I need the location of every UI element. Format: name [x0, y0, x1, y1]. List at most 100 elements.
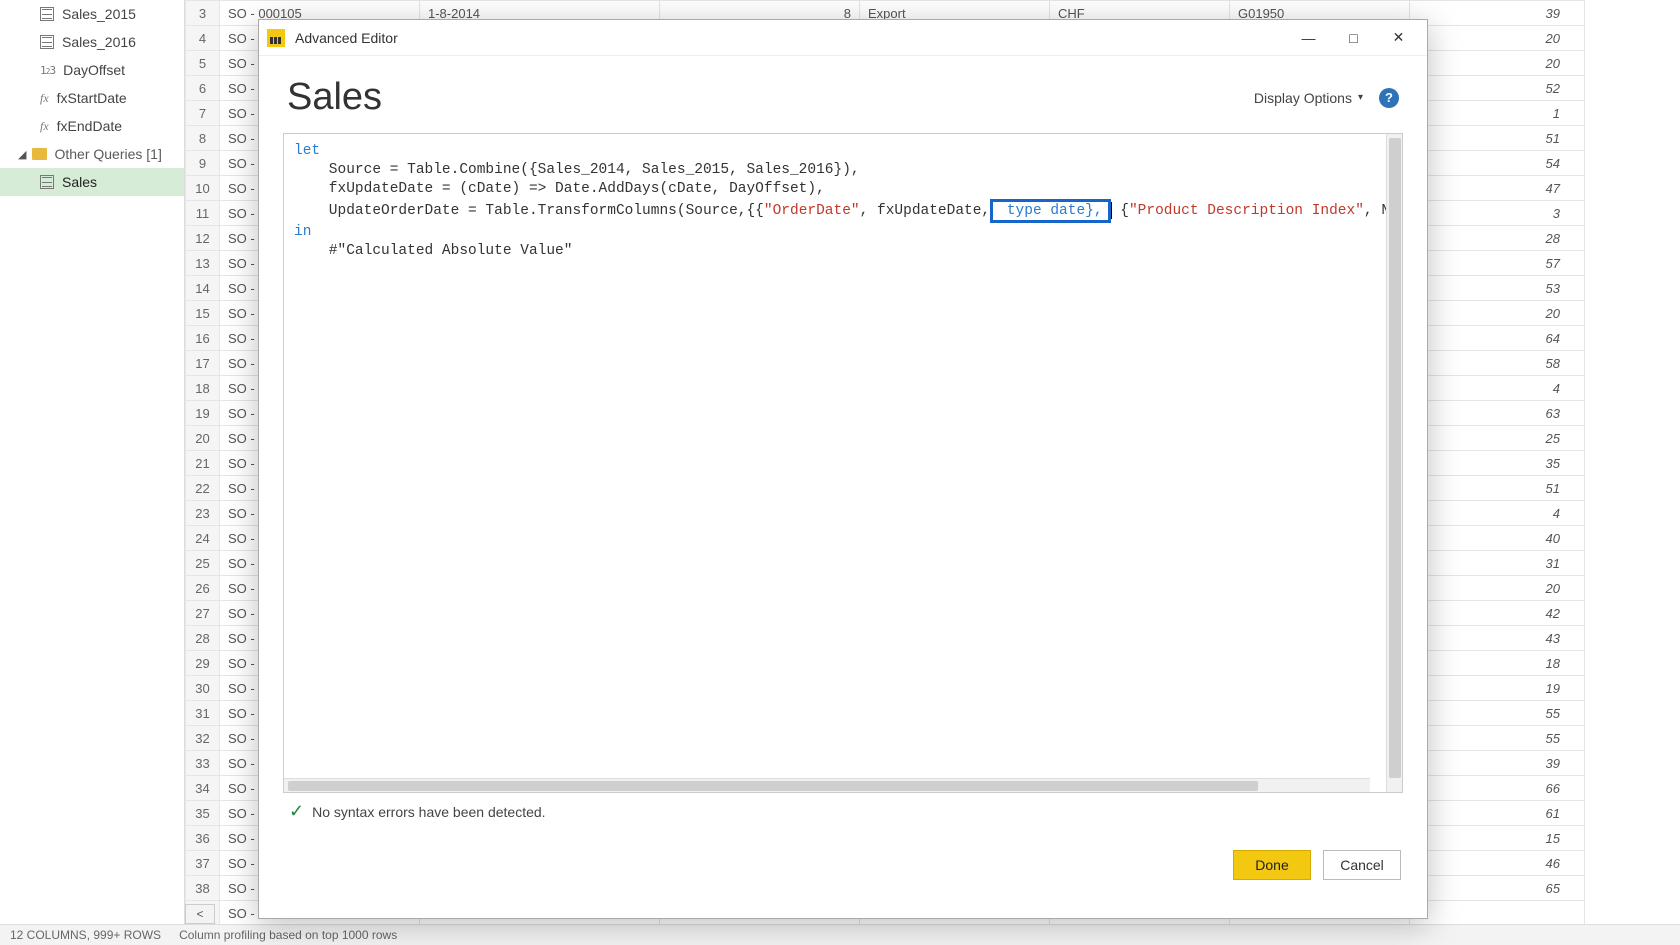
maximize-icon: □: [1349, 30, 1357, 46]
cell[interactable]: 61: [1410, 801, 1585, 826]
query-item[interactable]: Sales_2015: [0, 0, 184, 28]
cell[interactable]: 47: [1410, 176, 1585, 201]
cell[interactable]: 51: [1410, 476, 1585, 501]
status-profiling: Column profiling based on top 1000 rows: [179, 928, 397, 942]
close-button[interactable]: ✕: [1376, 22, 1421, 54]
cell[interactable]: 39: [1410, 1, 1585, 26]
query-label: Sales_2016: [62, 34, 136, 50]
code-line: UpdateOrderDate = Table.TransformColumns…: [294, 203, 764, 219]
done-button[interactable]: Done: [1233, 850, 1311, 880]
cell[interactable]: 63: [1410, 401, 1585, 426]
code-text: {: [1112, 203, 1129, 219]
cell[interactable]: 42: [1410, 601, 1585, 626]
close-icon: ✕: [1393, 29, 1405, 46]
display-options-dropdown[interactable]: Display Options ▾: [1254, 90, 1363, 106]
row-number: 7: [186, 101, 220, 126]
dialog-header: Sales Display Options ▾ ?: [259, 56, 1427, 127]
chevron-down-icon: ◢: [18, 148, 26, 161]
cell[interactable]: 3: [1410, 201, 1585, 226]
button-label: Done: [1255, 857, 1288, 873]
cell[interactable]: 40: [1410, 526, 1585, 551]
cell[interactable]: 20: [1410, 576, 1585, 601]
code-text: , fxUpdateDate,: [860, 203, 991, 219]
editor-horizontal-scrollbar[interactable]: [284, 778, 1370, 792]
dialog-titlebar[interactable]: Advanced Editor — □ ✕: [259, 20, 1427, 56]
cell[interactable]: 25: [1410, 426, 1585, 451]
minimize-icon: —: [1302, 30, 1316, 46]
cell[interactable]: 64: [1410, 326, 1585, 351]
cell[interactable]: 19: [1410, 676, 1585, 701]
row-number: 18: [186, 376, 220, 401]
cell[interactable]: 1: [1410, 101, 1585, 126]
cell[interactable]: 58: [1410, 351, 1585, 376]
query-item[interactable]: Sales_2016: [0, 28, 184, 56]
dialog-title: Advanced Editor: [295, 30, 398, 46]
query-item[interactable]: fx fxStartDate: [0, 84, 184, 112]
cell[interactable]: 20: [1410, 26, 1585, 51]
cell[interactable]: 66: [1410, 776, 1585, 801]
cell[interactable]: 4: [1410, 501, 1585, 526]
scrollbar-thumb[interactable]: [288, 781, 1258, 791]
row-number: 24: [186, 526, 220, 551]
query-name-heading: Sales: [287, 76, 382, 119]
editor-vertical-scrollbar[interactable]: [1386, 134, 1402, 792]
code-keyword: in: [294, 224, 311, 240]
cell[interactable]: 57: [1410, 251, 1585, 276]
cell[interactable]: 20: [1410, 301, 1585, 326]
row-number: 21: [186, 451, 220, 476]
cell[interactable]: 15: [1410, 826, 1585, 851]
cell[interactable]: 53: [1410, 276, 1585, 301]
row-number: 35: [186, 801, 220, 826]
query-item[interactable]: 123 DayOffset: [0, 56, 184, 84]
cell[interactable]: [1410, 901, 1585, 926]
row-number: 28: [186, 626, 220, 651]
row-number: 19: [186, 401, 220, 426]
cell[interactable]: 4: [1410, 376, 1585, 401]
fx-icon: fx: [40, 91, 49, 106]
cell[interactable]: 65: [1410, 876, 1585, 901]
cell[interactable]: 52: [1410, 76, 1585, 101]
query-group[interactable]: ◢ Other Queries [1]: [0, 140, 184, 168]
cell[interactable]: 43: [1410, 626, 1585, 651]
number-icon: 123: [40, 64, 55, 77]
maximize-button[interactable]: □: [1331, 22, 1376, 54]
cell[interactable]: 55: [1410, 701, 1585, 726]
query-item[interactable]: fx fxEndDate: [0, 112, 184, 140]
query-label: fxEndDate: [57, 118, 122, 134]
row-number: 33: [186, 751, 220, 776]
advanced-editor-dialog: Advanced Editor — □ ✕ Sales Display Opti…: [258, 19, 1428, 919]
cancel-button[interactable]: Cancel: [1323, 850, 1401, 880]
help-button[interactable]: ?: [1379, 88, 1399, 108]
display-options-label: Display Options: [1254, 90, 1352, 106]
cell[interactable]: 54: [1410, 151, 1585, 176]
syntax-status-text: No syntax errors have been detected.: [312, 804, 545, 820]
row-number: 23: [186, 501, 220, 526]
row-number: 26: [186, 576, 220, 601]
minimize-button[interactable]: —: [1286, 22, 1331, 54]
cell[interactable]: 39: [1410, 751, 1585, 776]
row-number: 9: [186, 151, 220, 176]
cell[interactable]: 55: [1410, 726, 1585, 751]
row-number: 5: [186, 51, 220, 76]
row-number: 34: [186, 776, 220, 801]
table-icon: [40, 175, 54, 189]
row-number: 13: [186, 251, 220, 276]
cell[interactable]: 18: [1410, 651, 1585, 676]
scrollbar-thumb[interactable]: [1389, 138, 1401, 778]
query-label: Sales_2015: [62, 6, 136, 22]
cell[interactable]: 46: [1410, 851, 1585, 876]
query-label: fxStartDate: [57, 90, 127, 106]
code-editor[interactable]: let Source = Table.Combine({Sales_2014, …: [283, 133, 1403, 793]
cell[interactable]: 31: [1410, 551, 1585, 576]
code-text: , Number.Abs, Int64.: [1364, 203, 1386, 219]
code-editor-content[interactable]: let Source = Table.Combine({Sales_2014, …: [284, 134, 1386, 792]
cell[interactable]: 51: [1410, 126, 1585, 151]
cell[interactable]: 20: [1410, 51, 1585, 76]
cell[interactable]: 28: [1410, 226, 1585, 251]
row-number: 6: [186, 76, 220, 101]
code-line: Source = Table.Combine({Sales_2014, Sale…: [294, 162, 860, 178]
cell[interactable]: 35: [1410, 451, 1585, 476]
syntax-status: ✓ No syntax errors have been detected.: [289, 801, 1427, 822]
query-item-selected[interactable]: Sales: [0, 168, 184, 196]
scroll-left-button[interactable]: <: [185, 904, 215, 924]
